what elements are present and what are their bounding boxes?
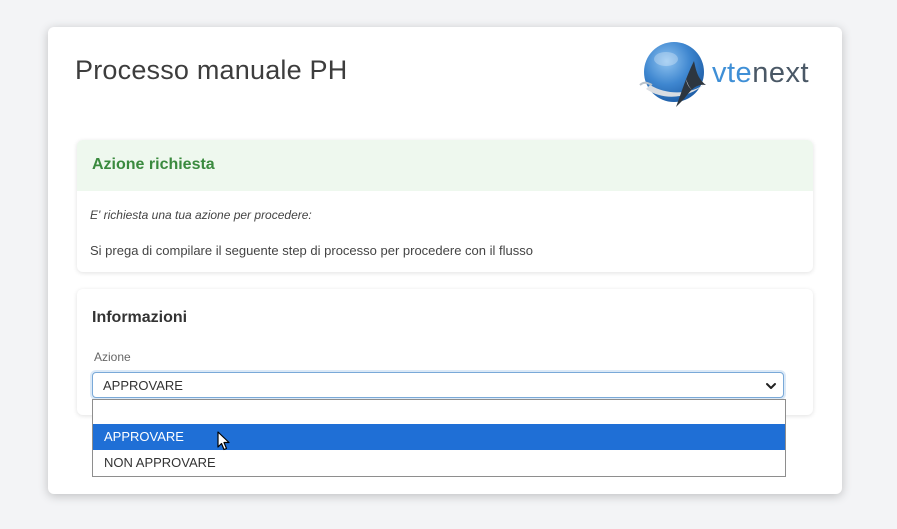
dropdown-option-empty[interactable]: [93, 400, 785, 426]
dropdown-option-approvare[interactable]: APPROVARE: [93, 424, 785, 450]
logo-text-next: next: [752, 57, 810, 89]
orca-globe-icon: [639, 42, 706, 107]
dropdown-option-non-approvare[interactable]: NON APPROVARE: [93, 450, 785, 476]
action-required-title: Azione richiesta: [92, 156, 215, 173]
action-required-header: Azione richiesta: [77, 140, 813, 191]
information-panel: Informazioni Azione APPROVARE: [77, 289, 813, 415]
action-required-intro: E' richiesta una tua azione per proceder…: [90, 208, 312, 222]
action-required-panel: Azione richiesta E' richiesta una tua az…: [77, 140, 813, 272]
logo-text: vtenext: [712, 57, 809, 90]
azione-label: Azione: [94, 350, 131, 364]
vtenext-logo: vtenext: [636, 39, 821, 111]
azione-select[interactable]: APPROVARE: [92, 372, 784, 398]
action-required-message: Si prega di compilare il seguente step d…: [90, 243, 533, 258]
azione-dropdown-list: APPROVARE NON APPROVARE: [92, 399, 786, 477]
logo-text-vte: vte: [712, 57, 753, 89]
mouse-cursor-icon: [217, 431, 230, 451]
page-title: Processo manuale PH: [75, 55, 348, 85]
azione-select-value: APPROVARE: [103, 378, 183, 393]
chevron-down-icon: [766, 383, 776, 389]
information-title: Informazioni: [92, 309, 188, 326]
